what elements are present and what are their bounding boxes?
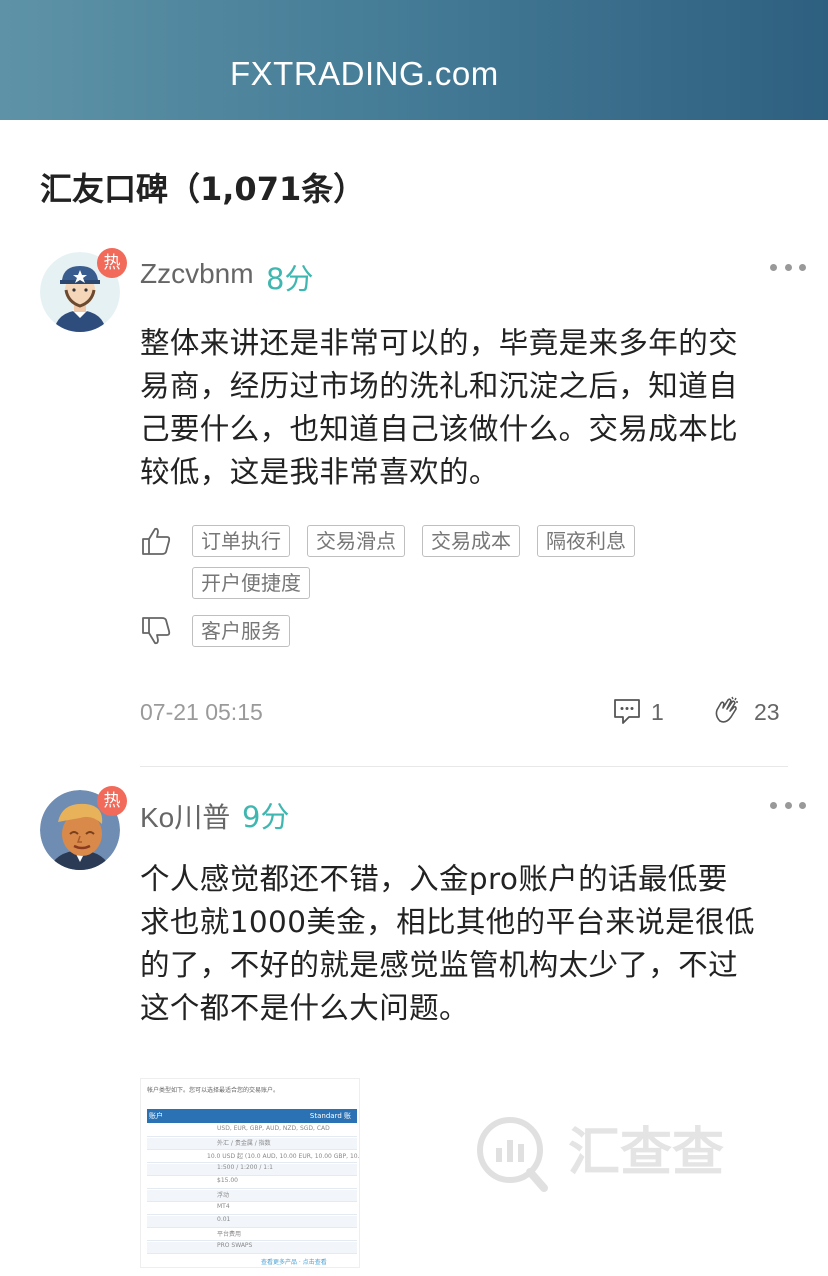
more-dots-icon[interactable] <box>770 264 806 274</box>
thumbs-up-icon <box>142 527 171 555</box>
positive-tag: 隔夜利息 <box>537 525 635 557</box>
like-count: 23 <box>754 699 780 725</box>
brand-logo-text: FXTRADING.com <box>230 55 499 92</box>
positive-tag: 交易滑点 <box>307 525 405 557</box>
watermark-logo-icon: 汇查查 <box>477 1117 724 1192</box>
attachment-row: MT4 <box>147 1203 357 1215</box>
clapping-hands-icon[interactable] <box>712 695 742 725</box>
attachment-cell: $15.00 <box>217 1177 238 1184</box>
comment-count: 1 <box>651 699 664 725</box>
review-content: 个人感觉都还不错，入金pro账户的话最低要 求也就1000美金，相比其他的平台来… <box>140 858 800 1030</box>
attachment-cell: PRO SWAPS <box>217 1242 253 1249</box>
section-title: 汇友口碑（1,071条） <box>40 170 366 208</box>
review-content-line: 较低，这是我非常喜欢的。 <box>140 455 499 489</box>
attachment-caption: 帐户类型如下。您可以选择最适合您的交易账户。 <box>147 1087 280 1094</box>
comment-bubble-icon[interactable] <box>612 696 642 726</box>
attachment-row: PRO SWAPS <box>147 1242 357 1254</box>
attachment-cell: 外汇 / 贵金属 / 指数 <box>217 1140 271 1147</box>
review-score: 8分 <box>266 262 314 296</box>
positive-tag: 开户便捷度 <box>192 567 310 599</box>
review-content-line: 的了，不好的就是感觉监管机构太少了，不过 <box>140 948 739 982</box>
review-content: 整体来讲还是非常可以的，毕竟是来多年的交 易商，经历过市场的洗礼和沉淀之后，知道… <box>140 322 800 494</box>
attachment-row: 外汇 / 贵金属 / 指数 <box>147 1138 357 1150</box>
review-content-line: 易商，经历过市场的洗礼和沉淀之后，知道自 <box>140 369 739 403</box>
attachment-row: 0.01 <box>147 1216 357 1228</box>
app-header: FXTRADING.com <box>0 0 828 120</box>
thumbs-down-icon <box>142 617 171 645</box>
positive-tag: 交易成本 <box>422 525 520 557</box>
watermark-text: 汇查查 <box>568 1123 724 1183</box>
attachment-row: 平台费用 <box>147 1229 357 1241</box>
attachment-cell: 0.01 <box>217 1216 231 1223</box>
negative-tag: 客户服务 <box>192 615 290 647</box>
review-content-line: 己要什么，也知道自己该做什么。交易成本比 <box>140 412 739 446</box>
attachment-row: USD, EUR, GBP, AUD, NZD, SGD, CAD <box>147 1125 357 1137</box>
attachment-cell: 10.0 USD 起 (10.0 AUD, 10.00 EUR, 10.00 G… <box>207 1153 360 1160</box>
attachment-row: $15.00 <box>147 1177 357 1189</box>
review-divider <box>140 766 788 767</box>
review-username[interactable]: Ko川普 <box>140 796 230 836</box>
attachment-row: 浮动 <box>147 1190 357 1202</box>
attachment-header-right: Standard 账 <box>309 1112 351 1120</box>
attachment-row: 10.0 USD 起 (10.0 AUD, 10.00 EUR, 10.00 G… <box>147 1151 360 1163</box>
review-content-line: 整体来讲还是非常可以的，毕竟是来多年的交 <box>140 326 739 360</box>
attachment-cell: 1:500 / 1:200 / 1:1 <box>217 1164 273 1171</box>
attachment-header-left: 账户 <box>149 1112 163 1120</box>
attachment-row: 1:500 / 1:200 / 1:1 <box>147 1164 357 1176</box>
attachment-table-header: 账户 Standard 账 <box>147 1109 357 1123</box>
attached-image-thumbnail[interactable]: 帐户类型如下。您可以选择最适合您的交易账户。 账户 Standard 账 USD… <box>140 1078 360 1268</box>
review-username[interactable]: Zzcvbnm <box>140 258 254 290</box>
attachment-cell: MT4 <box>217 1203 230 1210</box>
hot-badge: 热 <box>97 248 127 278</box>
attachment-cell: 浮动 <box>217 1192 230 1199</box>
attachment-cell: USD, EUR, GBP, AUD, NZD, SGD, CAD <box>217 1125 330 1132</box>
attachment-cell: 平台费用 <box>217 1231 242 1238</box>
review-content-line: 个人感觉都还不错，入金pro账户的话最低要 <box>140 862 728 896</box>
more-dots-icon[interactable] <box>770 802 806 812</box>
review-date: 07-21 05:15 <box>140 699 263 725</box>
attachment-link: 查看更多产品 · 点击查看 <box>261 1259 327 1266</box>
hot-badge: 热 <box>97 786 127 816</box>
review-content-line: 这个都不是什么大问题。 <box>140 991 469 1025</box>
review-content-line: 求也就1000美金，相比其他的平台来说是很低 <box>140 905 755 939</box>
positive-tag: 订单执行 <box>192 525 290 557</box>
review-score: 9分 <box>242 800 290 834</box>
